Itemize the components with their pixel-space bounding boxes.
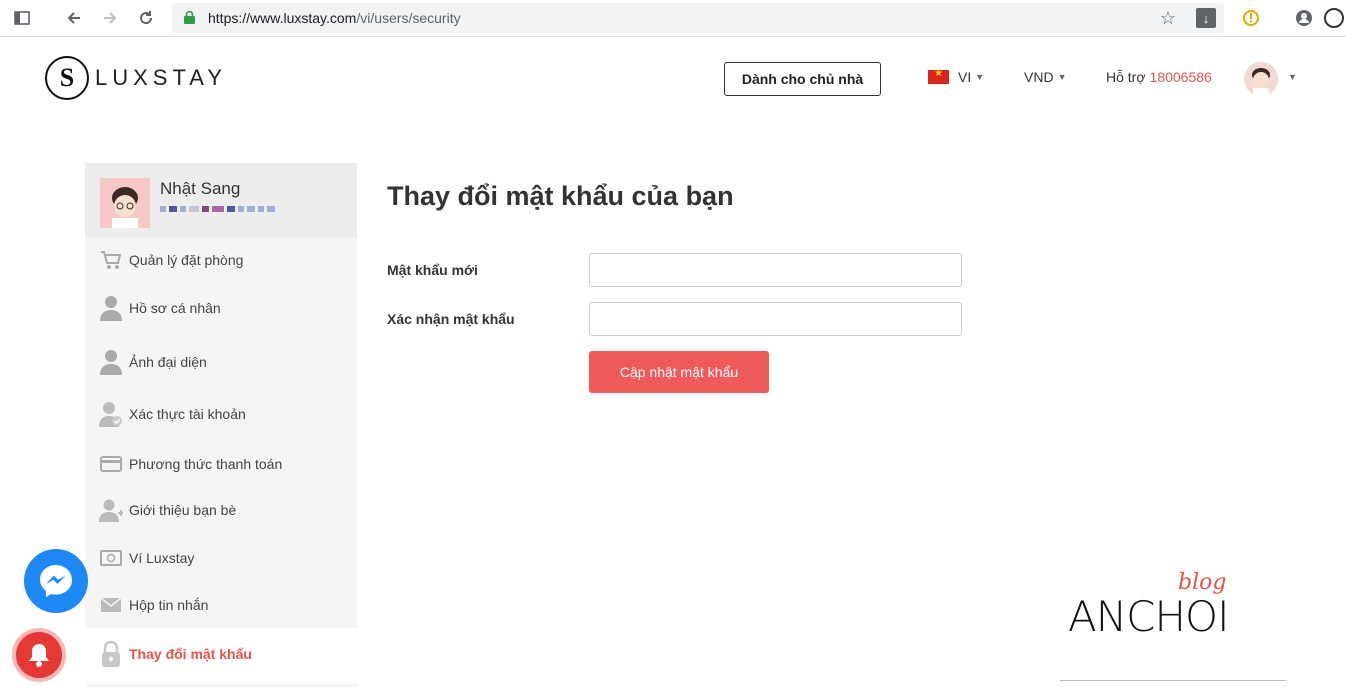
site-logo[interactable]: S LUXSTAY <box>45 56 227 100</box>
messenger-button[interactable] <box>24 549 88 613</box>
chevron-down-icon: ▼ <box>1057 72 1067 82</box>
credit-card-icon <box>99 452 123 476</box>
chevron-down-icon: ▼ <box>975 72 985 82</box>
extension-icon[interactable] <box>1239 6 1263 30</box>
chevron-down-icon[interactable]: ▼ <box>1284 72 1297 82</box>
sidebar-item-verify[interactable]: Xác thực tài khoản <box>99 402 246 427</box>
download-icon[interactable]: ↓ <box>1196 8 1216 28</box>
divider <box>1060 680 1286 681</box>
support-label: Hỗ trợ <box>1106 69 1146 85</box>
user-avatar[interactable] <box>1244 62 1278 96</box>
host-button[interactable]: Dành cho chủ nhà <box>724 62 881 96</box>
profile-icon[interactable] <box>1292 6 1316 30</box>
lock-icon <box>99 640 123 667</box>
new-password-label: Mật khẩu mới <box>387 262 478 278</box>
sidebar-item-label: Ảnh đại diện <box>129 354 207 370</box>
notification-bell-button[interactable] <box>12 628 66 682</box>
reload-icon[interactable] <box>134 6 158 30</box>
user-plus-icon <box>99 498 123 522</box>
messenger-icon <box>40 565 72 597</box>
bell-icon <box>29 644 49 667</box>
vietnam-flag-icon <box>928 68 949 84</box>
sidebar-item-label: Quản lý đặt phòng <box>129 252 244 268</box>
forward-icon[interactable] <box>98 6 122 30</box>
sidebar-item-change-password[interactable]: Thay đổi mật khẩu <box>99 640 252 667</box>
sidebar-item-inbox[interactable]: Hộp tin nhắn <box>99 593 208 617</box>
logo-text: LUXSTAY <box>95 65 227 90</box>
user-check-icon <box>99 402 123 427</box>
sidebar-item-label: Hộp tin nhắn <box>129 597 209 613</box>
cart-icon <box>99 248 123 272</box>
back-icon[interactable] <box>62 6 86 30</box>
language-label: VI <box>958 69 972 85</box>
sidebar-item-label: Ví Luxstay <box>129 550 195 566</box>
url-text: https://www.luxstay.com/vi/users/securit… <box>208 10 461 26</box>
profile-name: Nhật Sang <box>160 179 241 198</box>
sidebar-item-profile[interactable]: Hồ sơ cá nhân <box>99 296 221 321</box>
currency-selector[interactable]: VND ▼ <box>1024 69 1066 85</box>
sidebar-item-label: Xác thực tài khoản <box>129 406 246 422</box>
sidebar-item-label: Thay đổi mật khẩu <box>129 646 252 662</box>
sidebar-item-avatar[interactable]: Ảnh đại diện <box>99 350 207 375</box>
profile-email-redacted <box>160 204 300 214</box>
browser-toolbar: https://www.luxstay.com/vi/users/securit… <box>0 0 1346 37</box>
watermark-main-text: ANCHOI <box>1068 592 1230 641</box>
update-password-button[interactable]: Cập nhật mật khẩu <box>589 351 769 393</box>
sidebar-item-wallet[interactable]: Ví Luxstay <box>99 546 194 570</box>
user-icon <box>99 350 123 375</box>
new-password-input[interactable] <box>589 253 962 287</box>
profile-card: Nhật Sang <box>85 163 357 238</box>
logo-mark: S <box>45 56 89 100</box>
sidebar-item-referral[interactable]: Giới thiệu bạn bè <box>99 498 236 522</box>
confirm-password-input[interactable] <box>589 302 962 336</box>
language-selector[interactable]: VI ▼ <box>928 68 985 85</box>
sidebar-item-payment[interactable]: Phương thức thanh toán <box>99 452 282 476</box>
star-icon[interactable]: ☆ <box>1160 8 1176 29</box>
lock-icon <box>184 11 195 24</box>
sidebar-item-label: Giới thiệu bạn bè <box>129 502 237 518</box>
sidebar-item-label: Hồ sơ cá nhân <box>129 300 221 316</box>
account-sidebar: Nhật Sang Quản lý đặt phòng Hồ sơ cá nhâ… <box>85 163 357 687</box>
currency-label: VND <box>1024 69 1054 85</box>
envelope-icon <box>99 593 123 617</box>
sidebar-item-bookings[interactable]: Quản lý đặt phòng <box>99 248 243 272</box>
menu-icon[interactable] <box>1322 6 1346 30</box>
blog-watermark: blog ANCHOI <box>1068 570 1283 641</box>
support-link[interactable]: Hỗ trợ 18006586 <box>1106 69 1212 85</box>
support-phone: 18006586 <box>1149 69 1212 85</box>
address-bar[interactable]: https://www.luxstay.com/vi/users/securit… <box>172 3 1224 33</box>
user-icon <box>99 296 123 321</box>
wallet-icon <box>99 546 123 570</box>
page-title: Thay đổi mật khẩu của bạn <box>387 181 734 211</box>
sidebar-item-label: Phương thức thanh toán <box>129 456 283 472</box>
avatar <box>100 178 150 228</box>
sidebar-toggle-icon[interactable] <box>10 6 34 30</box>
confirm-password-label: Xác nhận mật khẩu <box>387 311 515 327</box>
